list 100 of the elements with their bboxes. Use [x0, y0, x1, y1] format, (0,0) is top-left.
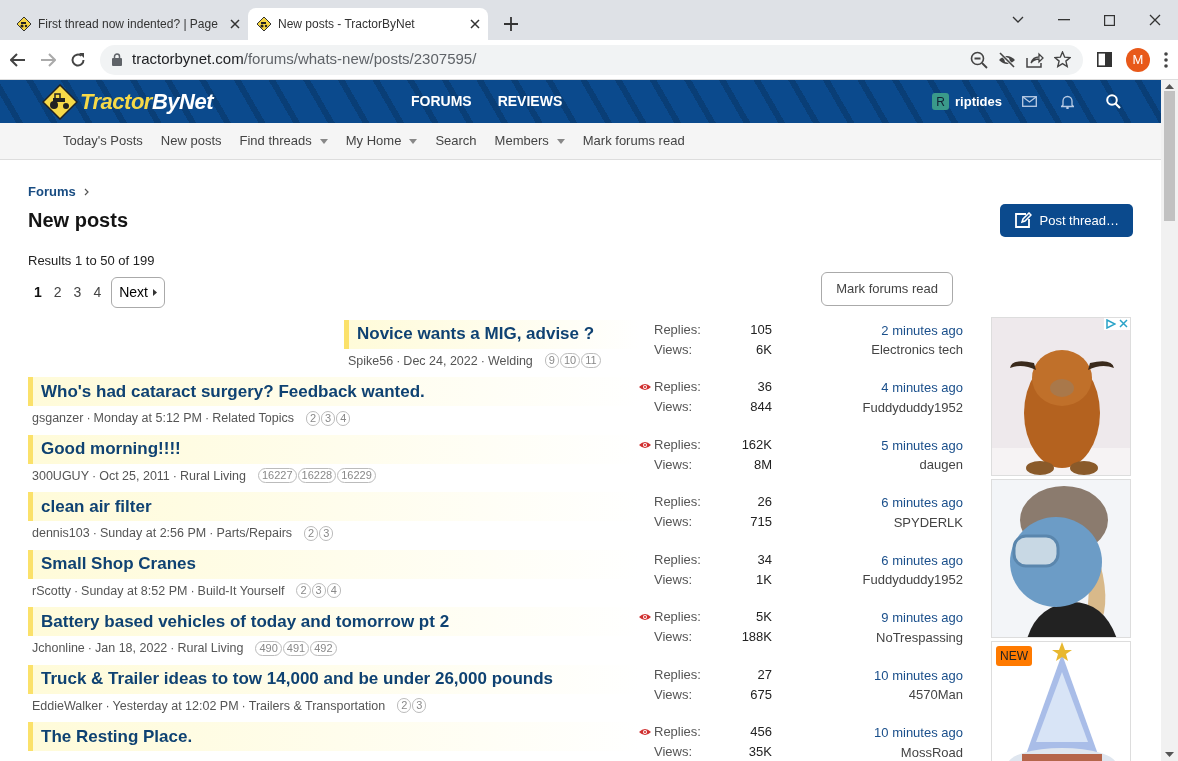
forum-link[interactable]: Build-It Yourself [197, 581, 285, 601]
browser-tab[interactable]: New posts - TractorByNet [248, 8, 488, 40]
reload-icon[interactable] [70, 51, 86, 68]
views-label: Views: [654, 340, 693, 359]
last-post-time[interactable]: 2 minutes ago [800, 320, 963, 340]
thread-title-link[interactable]: Good morning!!!! [41, 436, 181, 462]
nav-link[interactable]: REVIEWS [497, 91, 563, 112]
close-icon[interactable] [1149, 14, 1161, 26]
page-link[interactable]: 1 [28, 281, 48, 303]
separator: · [190, 582, 195, 600]
thread-title-link[interactable]: Who's had cataract surgery? Feedback wanted. [41, 378, 425, 405]
last-poster-link[interactable]: Electronics tech [800, 340, 963, 360]
maximize-icon[interactable] [1104, 14, 1115, 26]
mark-read-button[interactable]: Mark forums read [821, 272, 953, 306]
thread-title-link[interactable]: Small Shop Cranes [41, 551, 196, 577]
close-icon[interactable] [230, 19, 240, 29]
new-tab-icon[interactable] [504, 17, 518, 31]
scroll-down-icon[interactable] [1165, 752, 1174, 757]
nav-link[interactable]: Today's Posts [63, 131, 143, 151]
favicon-icon [16, 16, 32, 32]
last-poster-link[interactable]: 4570Man [800, 685, 963, 705]
author-link[interactable]: 300UGUY [32, 466, 89, 486]
user-avatar[interactable]: R [932, 93, 950, 110]
thread-title-link[interactable]: Truck & Trailer ideas to tow 14,000 and be under 26,000 pounds [41, 666, 554, 692]
thread-date: Yesterday at 12:02 PM [112, 697, 239, 715]
author-link[interactable]: rScotty [32, 581, 71, 601]
separator: · [209, 525, 214, 542]
last-post-time[interactable]: 4 minutes ago [800, 378, 963, 398]
minimize-icon[interactable] [1058, 19, 1070, 21]
last-poster-link[interactable]: MossRoad [800, 742, 963, 761]
separator: · [92, 525, 97, 542]
chevron-down-icon[interactable] [1012, 16, 1024, 24]
adchoices-icon[interactable] [1106, 318, 1116, 329]
last-poster-link[interactable]: Fuddyduddy1952 [800, 397, 963, 417]
forum-link[interactable]: Parts/Repairs [216, 524, 293, 543]
forum-link[interactable]: Related Topics [212, 409, 294, 428]
site-logo[interactable]: TractorByNet [42, 83, 213, 120]
forum-link[interactable]: Welding [487, 351, 533, 371]
thread-title-link[interactable]: The Resting Place. [41, 723, 193, 750]
author-link[interactable]: dennis103 [32, 524, 90, 543]
bell-icon[interactable] [1061, 94, 1074, 109]
more-icon[interactable] [1164, 51, 1168, 68]
replies-label: Replies: [654, 723, 701, 742]
thread-title-link[interactable]: Novice wants a MIG, advise ? [357, 321, 595, 347]
last-poster-link[interactable]: Fuddyduddy1952 [800, 570, 963, 590]
page-link[interactable]: 3 [67, 281, 88, 303]
separator: · [87, 640, 92, 657]
last-post-time[interactable]: 5 minutes ago [800, 435, 963, 455]
thread-title-link[interactable]: Battery based vehicles of today and tomorrow pt 2 [41, 608, 450, 635]
scroll-thumb[interactable] [1164, 91, 1175, 221]
mail-icon[interactable] [1022, 96, 1037, 107]
replies-count: 36 [756, 378, 772, 397]
search-icon[interactable] [1106, 94, 1121, 109]
nav-dropdown[interactable]: Find threads [239, 131, 328, 151]
post-thread-button[interactable]: Post thread… [999, 203, 1133, 237]
forum-link[interactable]: Trailers & Transportation [248, 696, 386, 716]
username-link[interactable]: riptides [955, 91, 1002, 112]
eye-slash-icon[interactable] [998, 51, 1016, 68]
next-button[interactable]: Next [111, 276, 165, 308]
forum-link[interactable]: Rural Living [180, 466, 246, 486]
nav-link[interactable]: Mark forums read [582, 131, 685, 151]
thread-title-link[interactable]: clean air filter [41, 493, 152, 520]
share-icon[interactable] [1026, 51, 1044, 68]
forum-link[interactable]: Rural Living [177, 639, 244, 658]
breadcrumb-link[interactable]: Forums [28, 182, 76, 202]
star-icon[interactable] [1054, 51, 1071, 68]
last-post-time[interactable]: 10 minutes ago [800, 723, 963, 743]
page-link[interactable]: 4 [87, 281, 108, 303]
last-post-time[interactable]: 10 minutes ago [800, 665, 963, 685]
thread-date: Sunday at 2:56 PM [99, 525, 207, 542]
last-poster-link[interactable]: SPYDERLK [800, 512, 963, 532]
profile-avatar[interactable]: M [1126, 47, 1150, 72]
last-post-time[interactable]: 9 minutes ago [800, 608, 963, 628]
zoom-out-icon[interactable] [970, 50, 988, 69]
nav-dropdown[interactable]: My Home [345, 131, 418, 151]
nav-link[interactable]: Search [435, 131, 477, 151]
author-link[interactable]: Spike56 [348, 351, 394, 371]
author-link[interactable]: EddieWalker [32, 696, 103, 716]
author-link[interactable]: Jchonline [32, 639, 85, 658]
last-post-time[interactable]: 6 minutes ago [800, 550, 963, 570]
separator: · [92, 467, 97, 485]
side-panel-icon[interactable] [1097, 52, 1112, 67]
nav-dropdown[interactable]: Members [494, 131, 565, 151]
tractor-icon [42, 83, 78, 120]
last-poster-link[interactable]: NoTrespassing [800, 627, 963, 647]
last-poster-link[interactable]: daugen [800, 455, 963, 475]
nav-link[interactable]: New posts [160, 131, 222, 151]
scroll-up-icon[interactable] [1165, 84, 1174, 89]
browser-tab[interactable]: First thread now indented? | Page [8, 8, 248, 40]
page-link[interactable]: 2 [47, 281, 68, 303]
nav-link[interactable]: FORUMS [411, 91, 472, 112]
author-link[interactable]: gsganzer [32, 409, 84, 428]
address-bar[interactable]: tractorbynet.com/forums/whats-new/posts/2307595/ [100, 44, 1083, 75]
views-label: Views: [654, 570, 693, 589]
last-post-time[interactable]: 6 minutes ago [800, 493, 963, 513]
replies-count: 456 [749, 723, 772, 742]
back-icon[interactable] [10, 52, 26, 67]
views-count: 1K [755, 570, 772, 589]
close-icon[interactable] [470, 19, 480, 29]
scrollbar[interactable] [1161, 80, 1178, 761]
